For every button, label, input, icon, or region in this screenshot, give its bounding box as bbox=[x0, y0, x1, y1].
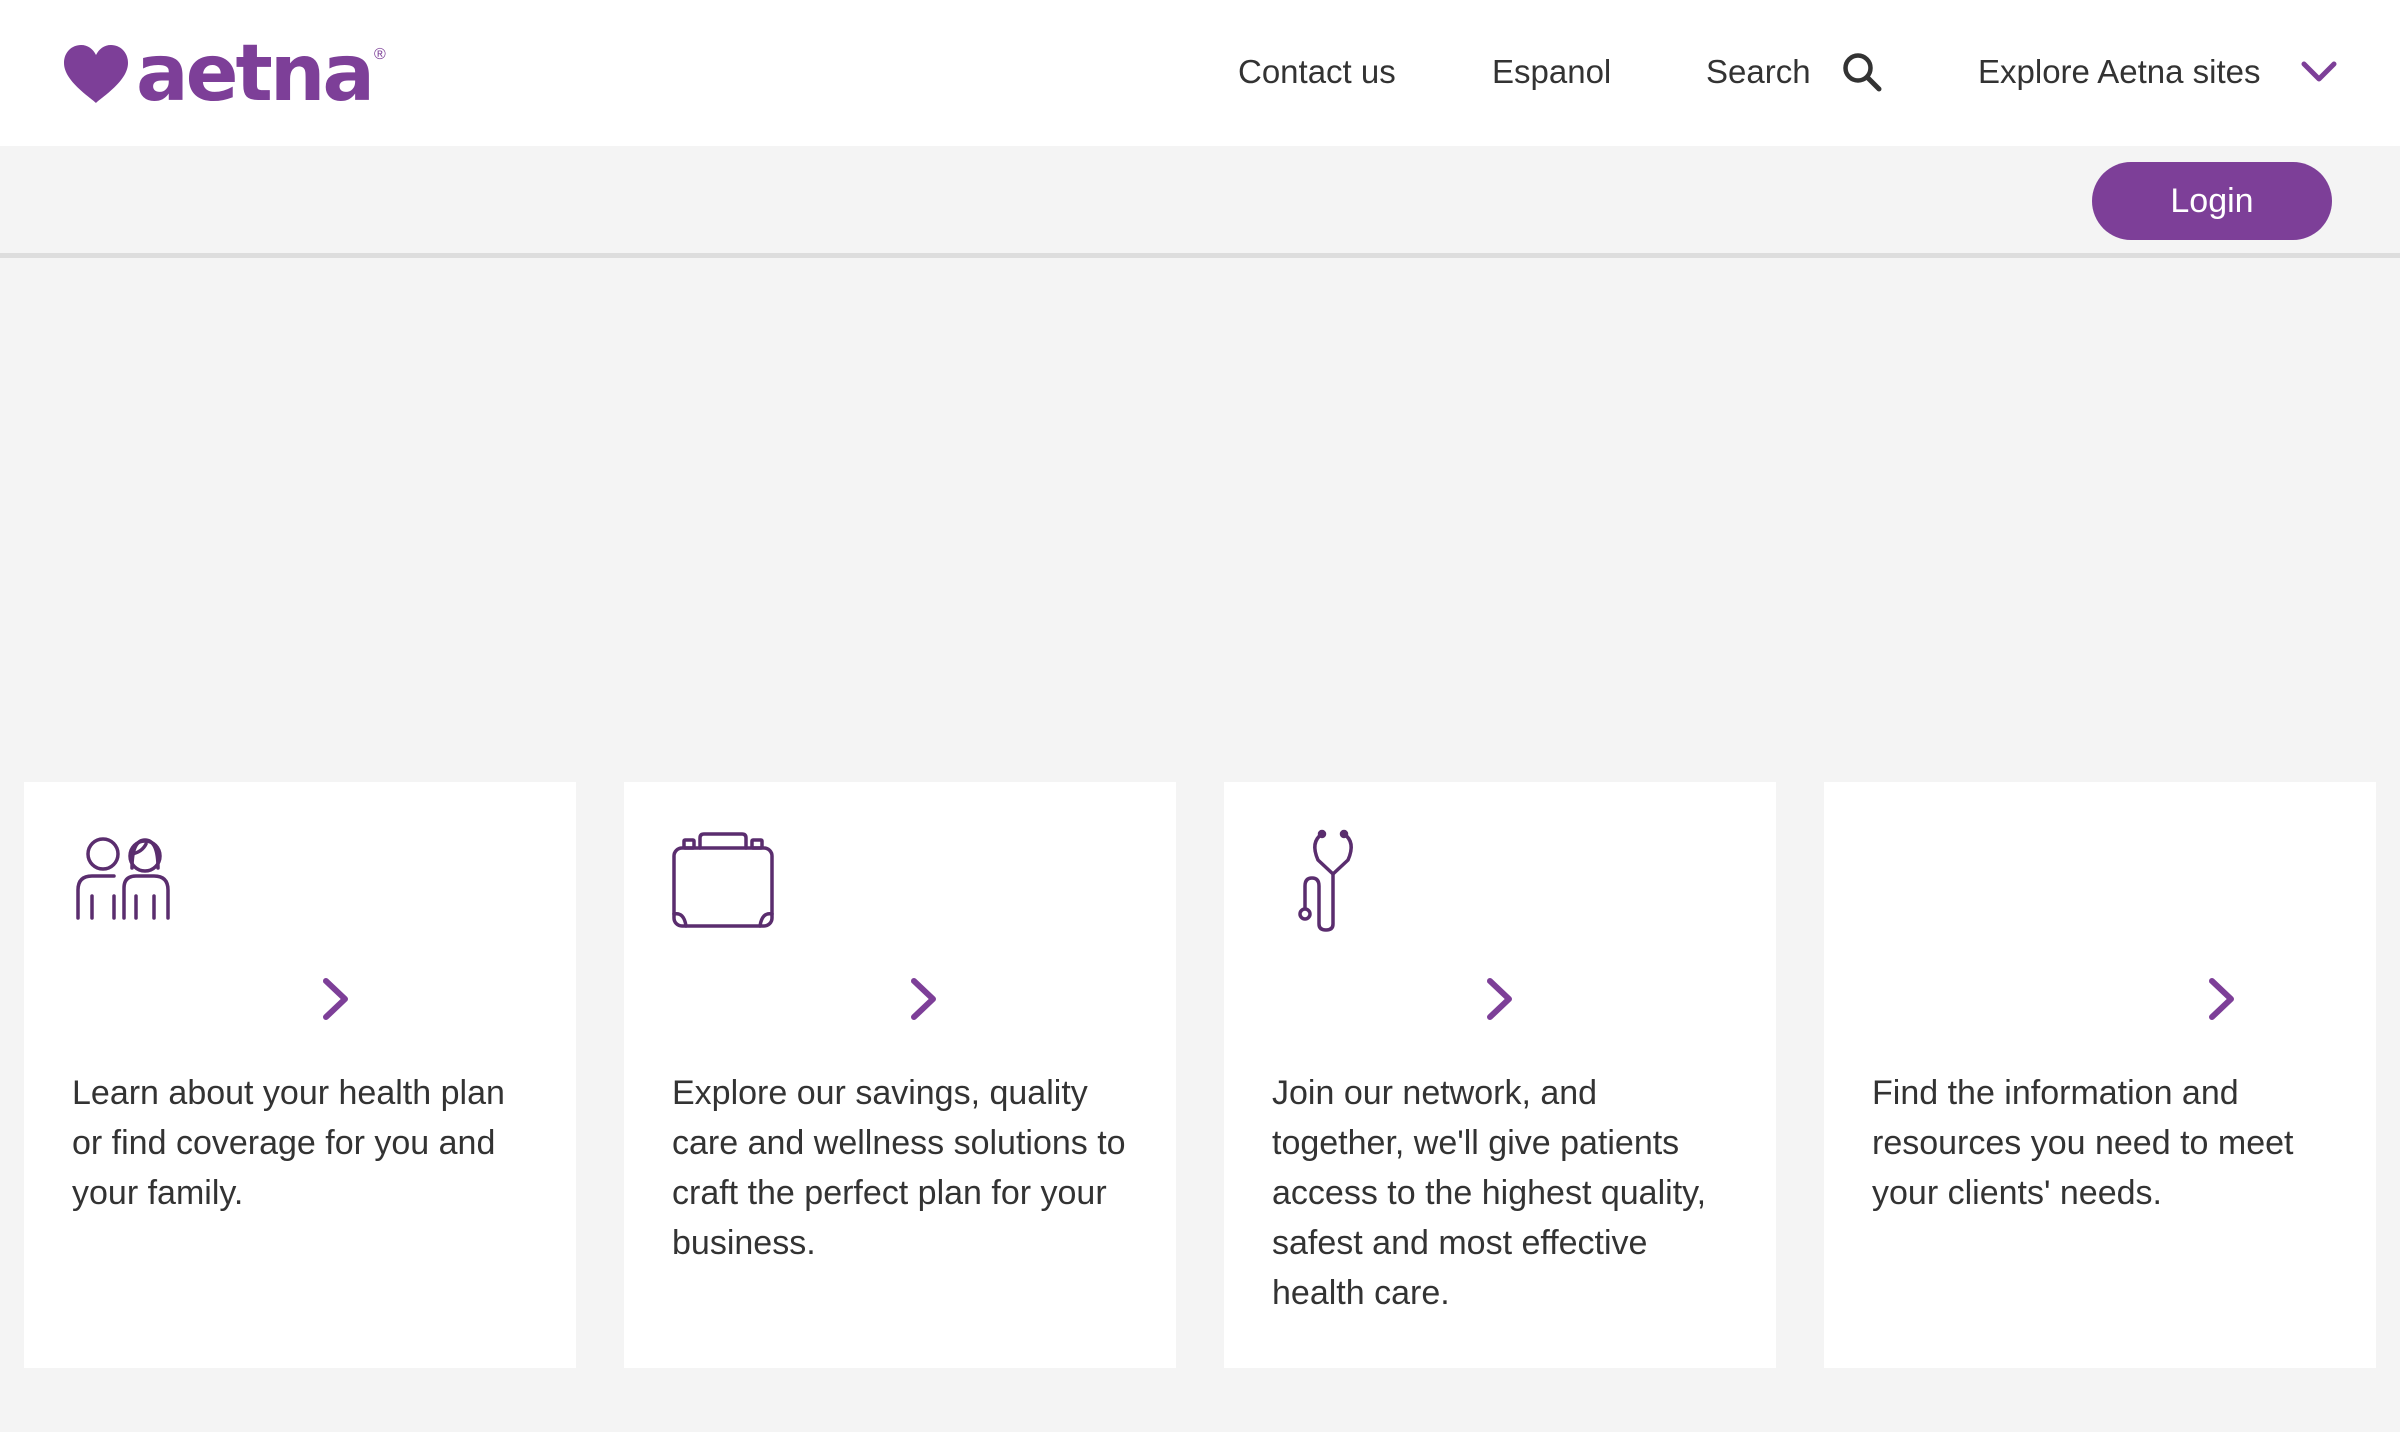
login-bar: Login bbox=[0, 146, 2400, 258]
card-brokers[interactable]: Find the information and resources you n… bbox=[1824, 782, 2376, 1368]
nav-search-label: Search bbox=[1706, 53, 1811, 90]
people-icon bbox=[76, 837, 170, 920]
search-icon bbox=[1842, 53, 1882, 92]
aetna-logo[interactable]: aetna ® bbox=[60, 34, 386, 114]
nav-espanol[interactable]: Espanol bbox=[1492, 44, 1611, 100]
card-description: Learn about your health plan or find cov… bbox=[72, 1074, 505, 1212]
nav-explore-aetna-sites[interactable]: Explore Aetna sites bbox=[1978, 44, 2337, 100]
site-header: aetna ® Contact us Espanol Search Explor… bbox=[0, 0, 2400, 146]
logo-wordmark: aetna bbox=[136, 29, 375, 119]
chevron-right-icon bbox=[1487, 978, 1512, 1020]
heart-icon bbox=[64, 45, 128, 103]
chevron-right-icon bbox=[2209, 978, 2234, 1020]
stethoscope-icon bbox=[1298, 829, 1353, 932]
chevron-down-icon bbox=[2301, 61, 2336, 82]
nav-explore-label: Explore Aetna sites bbox=[1978, 53, 2261, 90]
card-description: Find the information and resources you n… bbox=[1872, 1074, 2294, 1212]
nav-contact-us[interactable]: Contact us bbox=[1238, 44, 1396, 100]
briefcase-icon bbox=[672, 832, 774, 928]
nav-search[interactable]: Search bbox=[1706, 44, 1883, 100]
audience-cards: Learn about your health plan or find cov… bbox=[0, 782, 2400, 1368]
chevron-right-icon bbox=[323, 978, 348, 1020]
login-button[interactable]: Login bbox=[2092, 162, 2332, 240]
card-individuals[interactable]: Learn about your health plan or find cov… bbox=[24, 782, 576, 1368]
card-employers[interactable]: Explore our savings, quality care and we… bbox=[624, 782, 1176, 1368]
chevron-right-icon bbox=[911, 978, 936, 1020]
card-description: Join our network, and together, we'll gi… bbox=[1272, 1074, 1707, 1312]
card-providers[interactable]: Join our network, and together, we'll gi… bbox=[1224, 782, 1776, 1368]
registered-mark: ® bbox=[374, 46, 386, 63]
card-description: Explore our savings, quality care and we… bbox=[672, 1074, 1126, 1262]
